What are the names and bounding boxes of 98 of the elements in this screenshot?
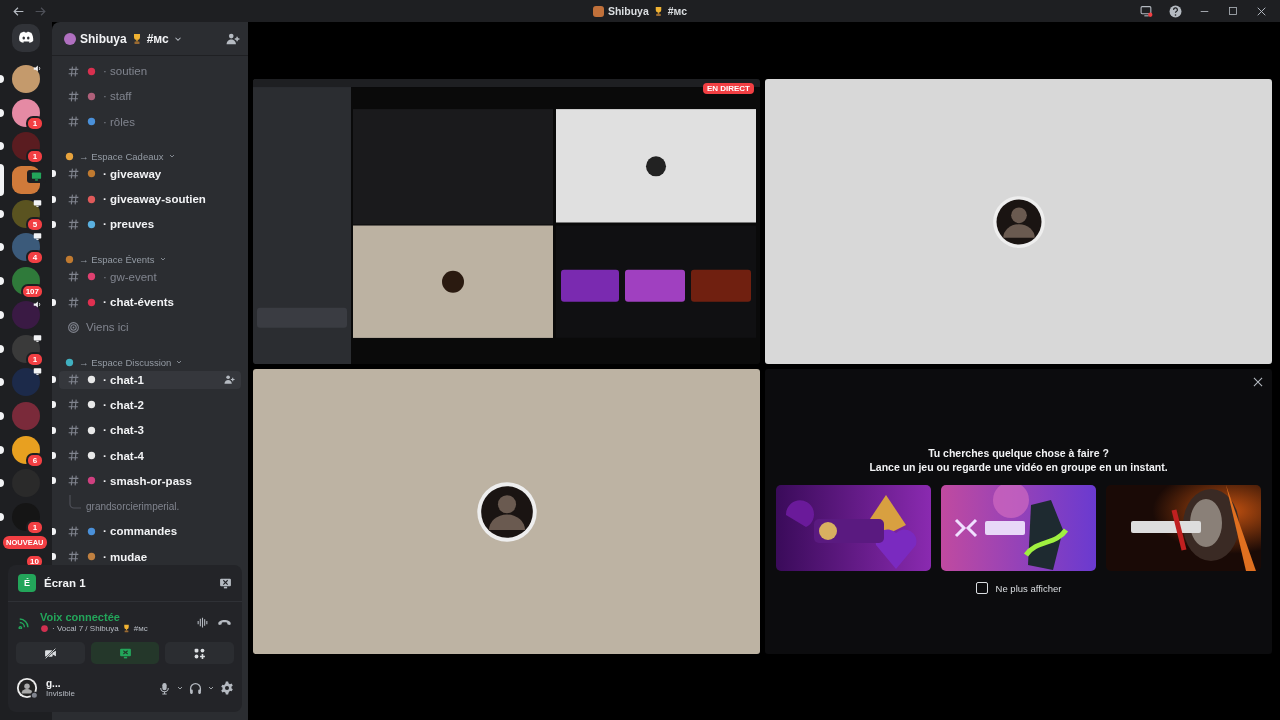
voice-channel-link[interactable]: Viens ici bbox=[59, 318, 241, 337]
hash-icon bbox=[67, 524, 80, 538]
maximize-icon[interactable] bbox=[1227, 5, 1239, 17]
checkbox-label: Ne plus afficher bbox=[995, 582, 1062, 594]
microphone-icon[interactable] bbox=[158, 681, 171, 695]
headphones-icon[interactable] bbox=[189, 681, 202, 695]
stream-tile[interactable]: EN DIRECT bbox=[253, 79, 760, 364]
camera-button[interactable] bbox=[16, 642, 85, 664]
server-header[interactable]: Shibuya #мс bbox=[52, 22, 248, 56]
participant-tile[interactable] bbox=[765, 79, 1272, 364]
stream-avatar: É bbox=[18, 574, 36, 592]
hash-icon bbox=[67, 398, 80, 412]
emoji-icon bbox=[40, 624, 49, 633]
user-name: g... bbox=[46, 678, 62, 689]
screen-icon bbox=[33, 198, 42, 208]
hash-icon bbox=[67, 167, 80, 181]
category-header[interactable]: → Espace Cadeaux bbox=[64, 148, 176, 164]
add-member-icon[interactable] bbox=[226, 31, 240, 46]
camera-off-icon bbox=[43, 646, 57, 660]
participant-tile[interactable] bbox=[253, 369, 760, 654]
channel-link[interactable]: · chat-évents bbox=[59, 293, 241, 312]
avatar-icon bbox=[991, 194, 1046, 249]
server-icon[interactable] bbox=[12, 65, 40, 93]
channel-link[interactable]: · soutien bbox=[59, 62, 241, 80]
channel-link[interactable]: · chat-1 bbox=[59, 370, 241, 389]
prompt-title: Tu cherches quelque chose à faire ? bbox=[928, 447, 1109, 461]
channel-link[interactable]: · staff bbox=[59, 87, 241, 106]
help-icon[interactable] bbox=[1169, 4, 1182, 18]
hash-icon bbox=[67, 89, 80, 103]
settings-icon[interactable] bbox=[220, 681, 234, 695]
trophy-icon bbox=[121, 624, 131, 633]
hash-icon bbox=[67, 474, 80, 488]
server-icon[interactable] bbox=[12, 98, 40, 127]
channel-link[interactable]: · gw-event bbox=[59, 267, 241, 286]
speaker-icon bbox=[33, 64, 42, 73]
server-icon bbox=[592, 5, 604, 17]
chevron-down-icon[interactable] bbox=[176, 684, 184, 692]
user-status: Invisible bbox=[46, 689, 75, 698]
chevron-down-icon[interactable] bbox=[207, 684, 215, 692]
server-name: Shibuya bbox=[80, 31, 127, 46]
back-arrow-icon[interactable] bbox=[12, 4, 25, 18]
add-member-icon[interactable] bbox=[224, 374, 235, 386]
channel-link[interactable]: · rôles bbox=[59, 112, 241, 131]
avatar-icon bbox=[16, 677, 38, 699]
hash-icon bbox=[67, 270, 80, 284]
hash-icon bbox=[67, 218, 80, 231]
window-title: Shibuya bbox=[607, 5, 649, 17]
channel-tag: #мс bbox=[667, 5, 688, 17]
channel-link[interactable]: · smash-or-pass bbox=[59, 471, 241, 490]
server-icon bbox=[64, 32, 76, 45]
channel-link[interactable]: · chat-3 bbox=[59, 421, 241, 440]
activities-button[interactable] bbox=[165, 642, 234, 664]
channel-link[interactable]: · giveaway bbox=[59, 164, 241, 183]
category-header[interactable]: → Espace Discussion bbox=[64, 354, 184, 370]
prompt-subtitle: Lance un jeu ou regarde une vidéo en groupe en un instant. bbox=[869, 460, 1168, 474]
unread-count-badge: 1 bbox=[26, 149, 44, 165]
home-button[interactable] bbox=[12, 24, 40, 52]
hash-icon bbox=[67, 449, 80, 463]
speaker-icon bbox=[33, 299, 42, 309]
server-icon[interactable] bbox=[12, 435, 40, 464]
screen-icon bbox=[33, 232, 42, 242]
live-badge: EN DIRECT bbox=[702, 83, 754, 94]
hash-icon bbox=[67, 192, 80, 206]
screen-icon bbox=[33, 333, 42, 343]
activities-icon bbox=[193, 646, 207, 660]
channel-link[interactable]: · preuves bbox=[59, 215, 241, 234]
channel-link[interactable]: · chat-4 bbox=[59, 446, 241, 465]
hash-icon bbox=[67, 373, 80, 387]
thread-branch-line bbox=[69, 495, 81, 510]
voice-channel-name: · Vocal 7 / Shibuya bbox=[52, 624, 119, 633]
channel-link[interactable]: · giveaway-soutien bbox=[59, 190, 241, 209]
avatar-icon bbox=[475, 480, 538, 543]
soundboard-icon[interactable] bbox=[196, 615, 209, 629]
channel-link[interactable]: · mudae bbox=[59, 547, 241, 566]
unread-count-badge: 107 bbox=[20, 284, 44, 300]
hash-icon bbox=[67, 64, 80, 78]
hash-icon bbox=[67, 423, 80, 437]
stream-name: Écran 1 bbox=[44, 577, 86, 589]
screen-share-icon bbox=[118, 646, 132, 660]
unread-count-badge: 4 bbox=[26, 250, 44, 266]
category-header[interactable]: → Espace Évents bbox=[64, 251, 167, 267]
connection-status: Voix connectée bbox=[40, 611, 121, 623]
channel-tag: #мс bbox=[146, 31, 169, 46]
channel-link[interactable]: · commandes bbox=[59, 522, 241, 541]
channel-link[interactable]: · chat-2 bbox=[59, 395, 241, 414]
checkbox[interactable] bbox=[975, 582, 988, 594]
screen-icon bbox=[33, 367, 42, 377]
thread-link[interactable]: grandsorcierimperial. bbox=[86, 501, 180, 513]
stop-stream-icon[interactable] bbox=[219, 576, 232, 590]
hash-icon bbox=[67, 115, 80, 129]
hash-icon bbox=[67, 550, 80, 564]
server-icon[interactable] bbox=[12, 368, 40, 397]
close-icon[interactable] bbox=[1251, 375, 1265, 389]
screen-button[interactable] bbox=[90, 642, 160, 664]
broadcast-icon bbox=[67, 320, 80, 334]
screen-icon[interactable] bbox=[1140, 4, 1153, 18]
channel-tag: #мс bbox=[133, 624, 148, 633]
hash-icon bbox=[67, 295, 80, 309]
